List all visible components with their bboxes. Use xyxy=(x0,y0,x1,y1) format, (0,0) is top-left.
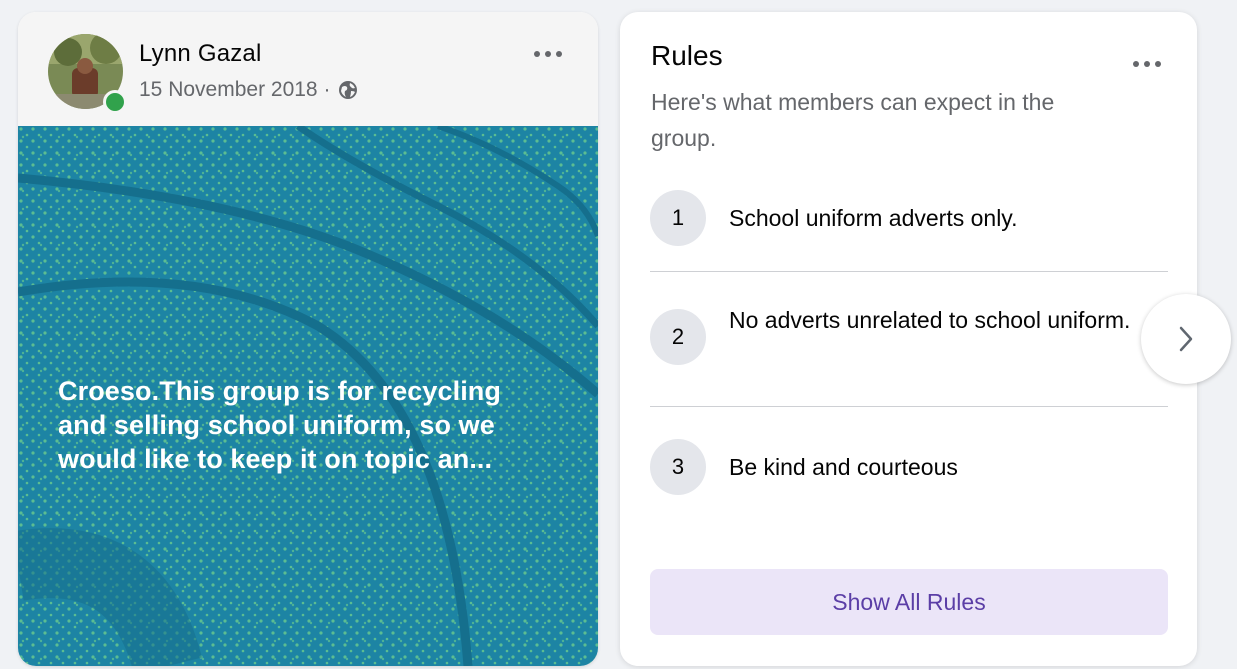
rule-text: Be kind and courteous xyxy=(729,454,958,480)
rules-title: Rules xyxy=(651,40,723,71)
rule-text: No adverts unrelated to school uniform. xyxy=(729,307,1131,333)
rules-card: Rules Here's what members can expect in … xyxy=(620,12,1197,666)
post-date-text[interactable]: 15 November 2018 · xyxy=(139,78,330,102)
rule-text: School uniform adverts only. xyxy=(729,205,1018,231)
post-more-options-icon[interactable] xyxy=(526,40,570,68)
chevron-right-icon xyxy=(1179,326,1193,352)
globe-icon xyxy=(338,80,358,100)
online-status-dot xyxy=(103,90,127,114)
post-card: Lynn Gazal 15 November 2018 · Croeso.Thi… xyxy=(18,12,598,666)
rules-subtitle: Here's what members can expect in the gr… xyxy=(651,89,1055,151)
post-header: Lynn Gazal 15 November 2018 · xyxy=(18,12,598,126)
author-name[interactable]: Lynn Gazal xyxy=(139,40,262,68)
post-date: 15 November 2018 · xyxy=(139,78,358,102)
next-button[interactable] xyxy=(1141,294,1231,384)
post-text[interactable]: Croeso.This group is for recycling and s… xyxy=(58,374,578,476)
rule-number-badge: 3 xyxy=(650,439,706,495)
show-all-rules-button[interactable]: Show All Rules xyxy=(650,569,1168,635)
rule-divider xyxy=(650,406,1168,407)
rule-number-badge: 1 xyxy=(650,190,706,246)
rule-divider xyxy=(650,271,1168,272)
rules-more-options-icon[interactable] xyxy=(1125,50,1169,78)
rule-number-badge: 2 xyxy=(650,309,706,365)
